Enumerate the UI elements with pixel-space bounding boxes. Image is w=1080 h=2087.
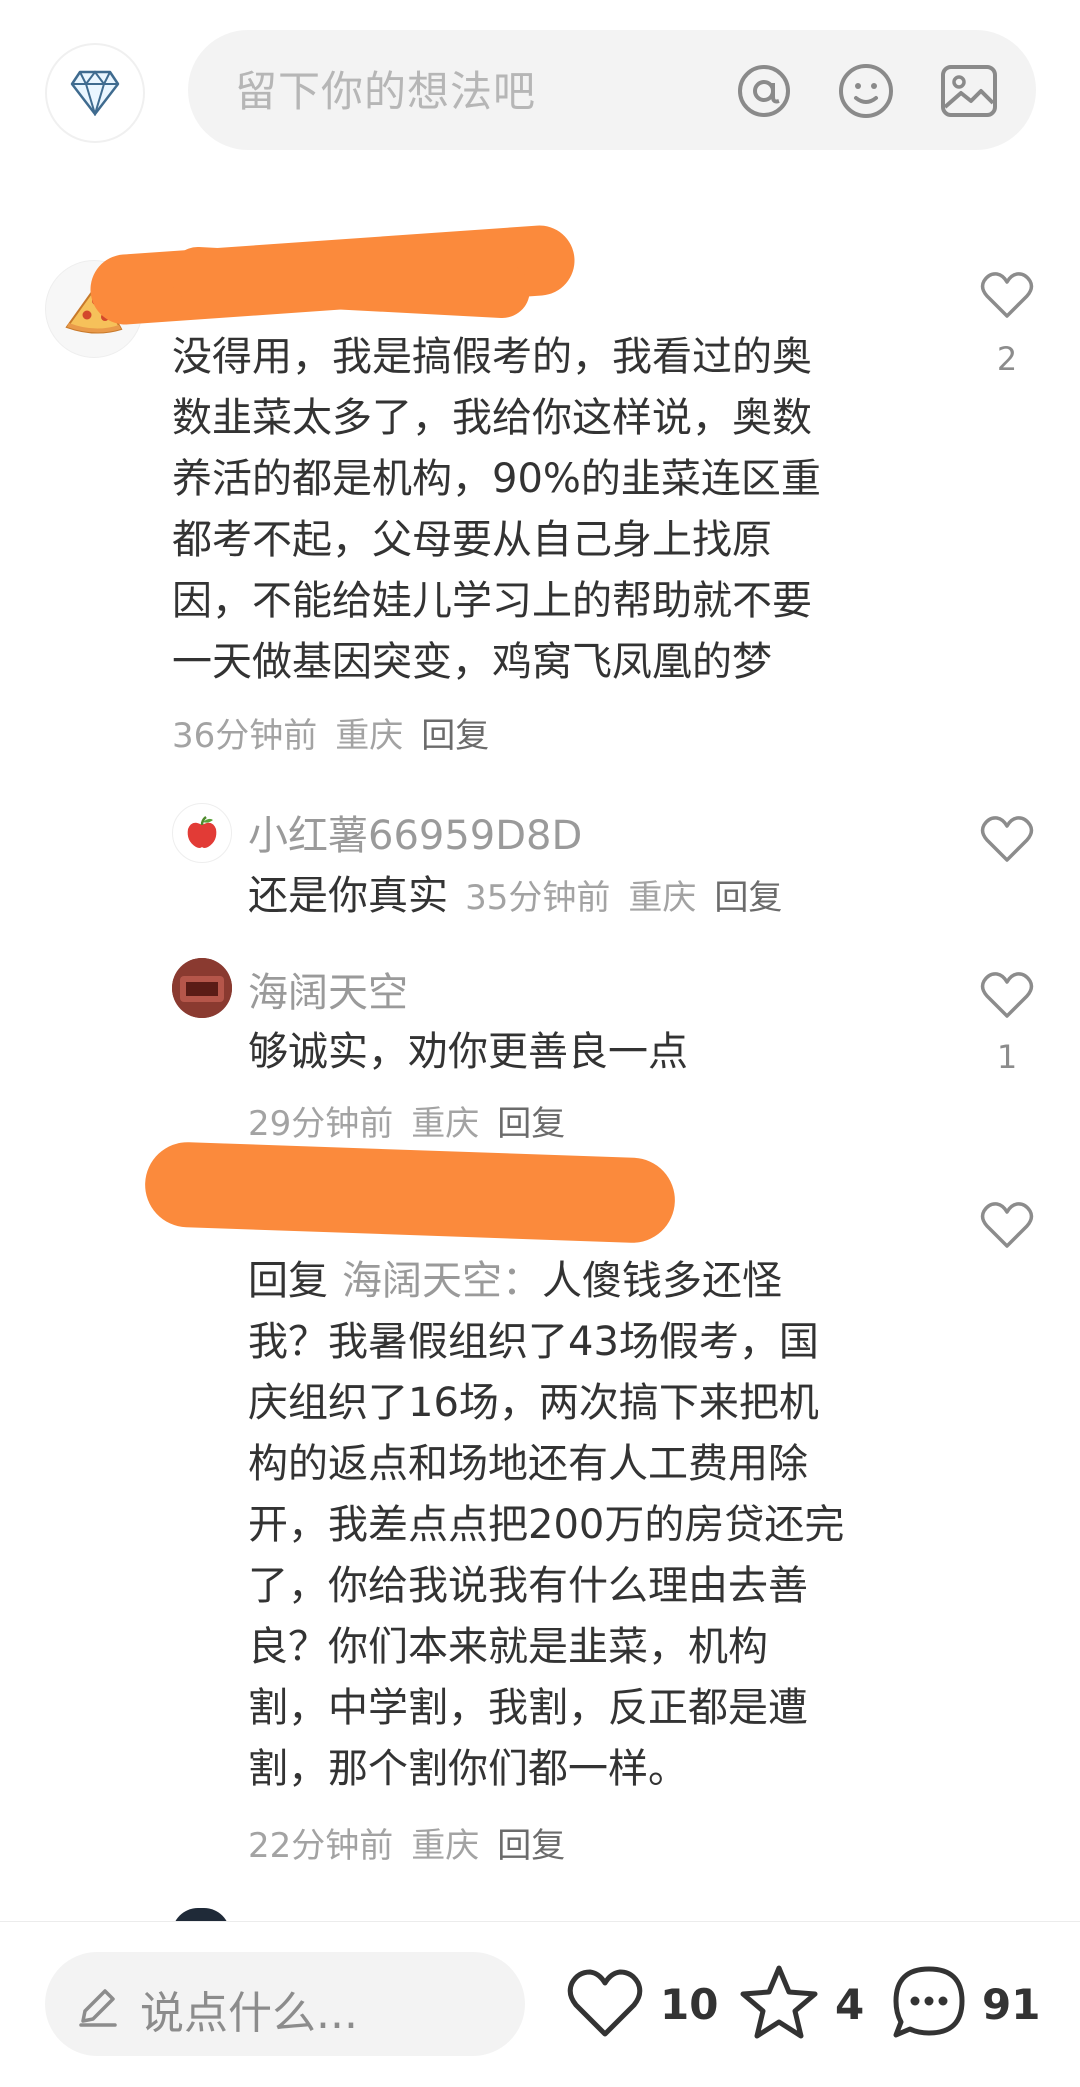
at-icon[interactable] [733,60,795,122]
photo-avatar-icon [172,958,232,1018]
comment-input-placeholder: 留下你的想法吧 [235,67,537,116]
reply-to-name[interactable]: 海阔天空： [342,1258,542,1304]
collect-total: 4 [835,1980,865,2029]
like-count: 2 [996,340,1018,378]
heart-icon[interactable] [980,812,1034,866]
comments-button[interactable] [890,1964,968,2042]
reply-location: 重庆 [411,1104,480,1144]
reply-row: 还是你真实 35分钟前 重庆 回复 [248,866,800,927]
reply-button[interactable]: 回复 [497,1826,565,1866]
heart-icon[interactable] [980,1198,1034,1252]
reply-author[interactable]: 小红薯66959D8D [248,803,582,861]
like-button[interactable] [566,1968,644,2038]
comment-text: 没得用，我是搞假考的，我看过的奥 数韭菜太多了，我给你这样说，奥数 养活的都是机… [172,334,821,685]
comments-total: 91 [982,1980,1041,2029]
comment-location: 重庆 [335,716,404,756]
reply-meta: 29分钟前 重庆 回复 [248,1096,583,1145]
reply-meta: 35分钟前 重庆 回复 [465,878,800,918]
image-icon[interactable] [938,60,1000,122]
reply-text: 够诚实，劝你更善良一点 [248,1029,688,1075]
bottom-divider [0,1921,1080,1922]
reply-time: 35分钟前 [465,878,611,918]
bottom-input-placeholder: 说点什么... [140,1988,358,2039]
comment-time: 36分钟前 [172,716,318,756]
redacted-username [143,1140,677,1245]
reply-time: 22分钟前 [248,1826,394,1866]
pencil-icon [75,1983,121,2029]
apple-icon [187,816,217,848]
user-avatar[interactable] [45,43,145,143]
reply-location: 重庆 [628,878,697,918]
reply-time: 29分钟前 [248,1104,394,1144]
reply-meta: 22分钟前 重庆 回复 [248,1818,583,1867]
collect-button[interactable] [740,1964,818,2040]
like-total: 10 [660,1980,719,2029]
comment-bubble-icon [893,1966,965,2038]
star-icon [740,1965,818,2039]
reply-text: 还是你真实 [248,873,448,919]
reply-avatar[interactable] [172,803,232,863]
reply-avatar[interactable] [172,958,232,1018]
reply-button[interactable]: 回复 [497,1104,565,1144]
reply-button[interactable]: 回复 [421,716,489,756]
heart-icon[interactable] [980,268,1034,322]
diamond-icon [70,70,120,116]
heart-icon[interactable] [980,968,1034,1022]
reply-author[interactable]: 海阔天空 [248,960,408,1018]
comment-meta: 36分钟前 重庆 回复 [172,708,507,757]
reply-prefix: 回复 [248,1258,328,1304]
emoji-icon[interactable] [835,60,897,122]
heart-icon [567,1969,643,2037]
reply-text: 回复 海阔天空：人傻钱多还怪 我？我暑假组织了43场假考，国 庆组织了16场，两次… [248,1258,845,1792]
like-count: 1 [996,1038,1018,1076]
reply-location: 重庆 [411,1826,480,1866]
reply-button[interactable]: 回复 [714,878,782,918]
